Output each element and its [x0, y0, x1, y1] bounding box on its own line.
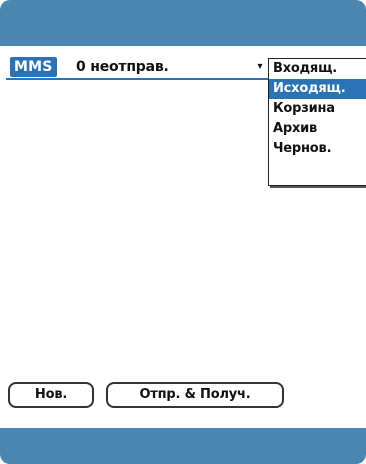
menu-item-outbox[interactable]: Исходящ.: [269, 79, 366, 99]
folder-dropdown-menu: Входящ. Исходящ. Корзина Архив Чернов.: [268, 58, 366, 186]
bottom-bezel: [0, 428, 366, 464]
menu-item-drafts[interactable]: Чернов.: [269, 139, 366, 159]
device-screen: MMS 0 неотправ. ▾ Входящ. Исходящ. Корзи…: [0, 0, 366, 464]
unsent-count-label: 0 неотправ.: [76, 59, 169, 75]
menu-item-trash[interactable]: Корзина: [269, 99, 366, 119]
top-bezel: [0, 0, 366, 46]
new-message-button[interactable]: Нов.: [8, 382, 94, 408]
send-receive-button[interactable]: Отпр. & Получ.: [106, 382, 284, 408]
dropdown-arrow-icon[interactable]: ▾: [255, 61, 265, 73]
title-bar: MMS 0 неотправ. ▾ Входящ. Исходящ. Корзи…: [6, 56, 366, 186]
menu-item-inbox[interactable]: Входящ.: [269, 59, 366, 79]
menu-item-archive[interactable]: Архив: [269, 119, 366, 139]
app-title: MMS: [10, 57, 57, 77]
app-content: MMS 0 неотправ. ▾ Входящ. Исходящ. Корзи…: [0, 46, 366, 428]
